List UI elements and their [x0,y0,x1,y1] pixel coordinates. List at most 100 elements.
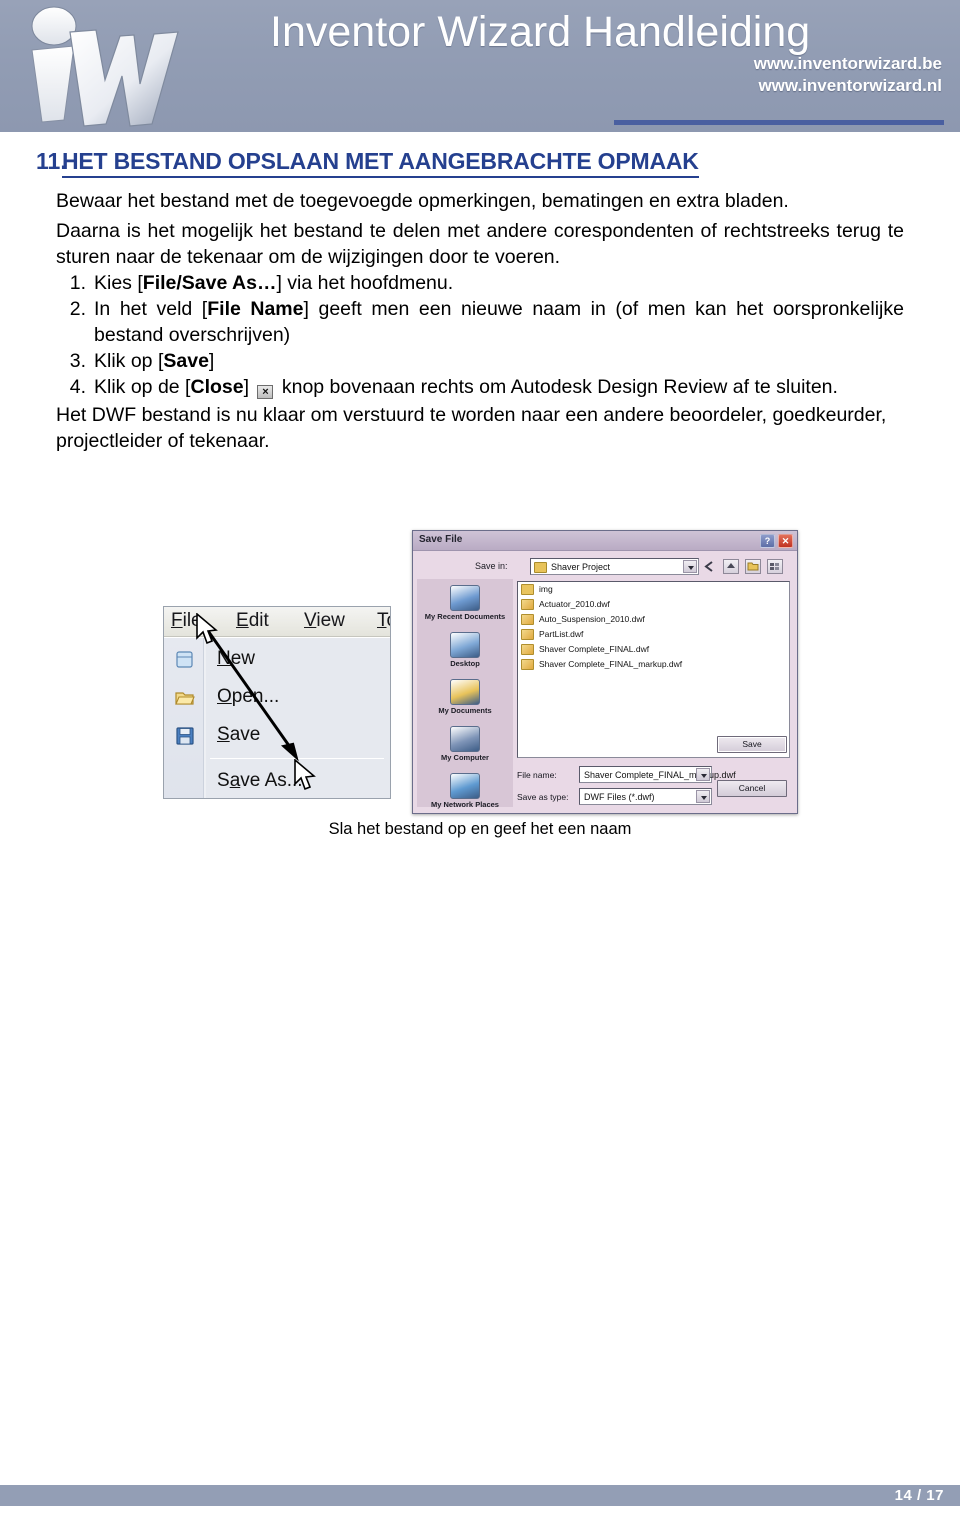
file-name: Shaver Complete_FINAL.dwf [539,644,650,654]
figure-save-dialog: File Edit View Tools New [0,508,960,838]
back-icon[interactable] [701,559,717,574]
dialog-titlebar: Save File ? ✕ [413,531,797,551]
file-list-item[interactable]: Shaver Complete_FINAL_markup.dwf [521,658,789,672]
dropdown-item-save-as[interactable]: Save As... [164,764,390,798]
file-list-item[interactable]: Shaver Complete_FINAL.dwf [521,643,789,657]
step-number: 4. [69,376,86,398]
network-places-icon [450,773,480,799]
save-in-combo[interactable]: Shaver Project [530,558,699,575]
step-text: In het veld [ [94,298,208,320]
folder-icon [521,584,534,595]
menu-item-tools[interactable]: Tools [377,610,390,632]
chevron-down-icon-filename[interactable] [696,768,710,781]
floppy-disk-icon [174,726,196,746]
header-urls: www.inventorwizard.be www.inventorwizard… [754,53,942,97]
step-number: 2. [69,298,86,320]
step-text-bold: File/Save As… [142,272,277,294]
step-text: Klik op [ [94,350,164,372]
new-document-icon [174,650,196,670]
file-name: Shaver Complete_FINAL_markup.dwf [539,659,683,669]
dwf-file-icon [521,644,534,655]
step-item: 2. In het veld [File Name] geeft men een … [56,296,904,348]
inventor-wizard-logo [12,2,192,130]
mouse-cursor-icon-save-as [294,759,316,791]
up-one-level-icon[interactable] [723,559,739,574]
url-nl: www.inventorwizard.nl [758,76,942,95]
file-list-item[interactable]: img [521,583,789,597]
step-number: 1. [69,272,86,294]
step-item: 4. Klik op de [Close] × knop bovenaan rec… [56,374,904,400]
views-icon[interactable] [767,559,783,574]
step-item: 1. Kies [File/Save As…] via het hoofdmenu… [56,270,904,296]
save-as-type-row: Save as type: DWF Files (*.dwf) Cancel [517,780,790,805]
open-folder-icon [174,688,196,708]
menu-item-edit[interactable]: Edit [236,610,269,632]
places-bar-label: My Computer [441,753,489,762]
desktop-icon [450,632,480,658]
figure-caption: Sla het bestand op en geef het een naam [328,820,632,838]
page-footer-bar: 14 / 17 [0,1485,960,1506]
file-list-item[interactable]: PartList.dwf [521,628,789,642]
help-button[interactable]: ? [760,534,775,548]
file-dropdown-menu: New Open... Save Save As... [164,637,390,798]
file-name: Auto_Suspension_2010.dwf [539,614,645,624]
dropdown-item-save[interactable]: Save [164,718,390,754]
dwf-file-icon [521,599,534,610]
step-number: 3. [69,350,86,372]
step-text: ] [243,376,255,398]
cancel-button[interactable]: Cancel [717,780,787,797]
my-documents-icon [450,679,480,705]
places-bar-item[interactable]: My Recent Documents [417,585,513,621]
save-in-label: Save in: [475,561,508,571]
save-as-type-label: Save as type: [517,792,569,802]
save-in-value: Shaver Project [551,562,611,572]
step-text: Klik op de [ [94,376,191,398]
places-bar-label: Desktop [450,659,480,668]
page-title: Inventor Wizard Handleiding [270,8,811,56]
step-text-bold: Close [190,376,244,398]
save-button[interactable]: Save [717,736,787,753]
close-button-icon: × [257,385,274,399]
menu-item-view[interactable]: View [304,610,345,632]
file-name-value: Shaver Complete_FINAL_markup.dwf [584,770,736,780]
file-name-label: File name: [517,770,557,780]
dwf-file-icon [521,629,534,640]
step-item: 3. Klik op [Save] [56,348,904,374]
section-number: 11. [36,148,67,174]
file-name: PartList.dwf [539,629,584,639]
close-icon[interactable]: ✕ [778,534,793,548]
places-bar-item[interactable]: Desktop [417,632,513,668]
header-accent-rule [614,120,944,125]
places-bar-label: My Network Places [431,800,499,809]
places-bar-label: My Documents [438,706,492,715]
dropdown-label-new: New [217,648,256,669]
places-bar-item[interactable]: My Documents [417,679,513,715]
intro-paragraph-1: Bewaar het bestand met de toegevoegde op… [56,190,789,212]
file-list[interactable]: img Actuator_2010.dwf Auto_Suspension_2010… [517,581,790,758]
places-bar-item[interactable]: My Network Places [417,773,513,809]
file-list-item[interactable]: Auto_Suspension_2010.dwf [521,613,789,627]
save-file-dialog: Save File ? ✕ Save in: Shaver Project My… [412,530,798,814]
page-number: 14 / 17 [894,1487,944,1504]
file-list-item[interactable]: Actuator_2010.dwf [521,598,789,612]
dropdown-label-open: Open... [217,686,280,707]
chevron-down-icon[interactable] [683,560,697,573]
recent-documents-icon [450,585,480,611]
file-menu-screenshot: File Edit View Tools New [163,606,391,799]
section-heading-row: 11. HET BESTAND OPSLAAN MET AANGEBRACHTE… [0,148,960,178]
dropdown-item-new[interactable]: New [164,642,390,678]
step-text: knop bovenaan rechts om Autodesk Design … [276,376,838,398]
dialog-title: Save File [419,534,463,545]
save-as-type-value: DWF Files (*.dwf) [584,792,655,802]
page-header-banner: Inventor Wizard Handleiding www.inventor… [0,0,960,132]
document-content: 11. HET BESTAND OPSLAAN MET AANGEBRACHTE… [0,132,960,454]
url-be: www.inventorwizard.be [753,54,942,73]
new-folder-icon[interactable] [745,559,761,574]
file-name: Actuator_2010.dwf [539,599,610,609]
file-name-input[interactable]: Shaver Complete_FINAL_markup.dwf [579,766,736,783]
places-bar-item[interactable]: My Computer [417,726,513,762]
dropdown-item-open[interactable]: Open... [164,680,390,716]
chevron-down-icon-filetype[interactable] [696,790,710,803]
section-heading: HET BESTAND OPSLAAN MET AANGEBRACHTE OPM… [62,148,699,178]
save-as-type-combo[interactable]: DWF Files (*.dwf) [579,788,712,805]
